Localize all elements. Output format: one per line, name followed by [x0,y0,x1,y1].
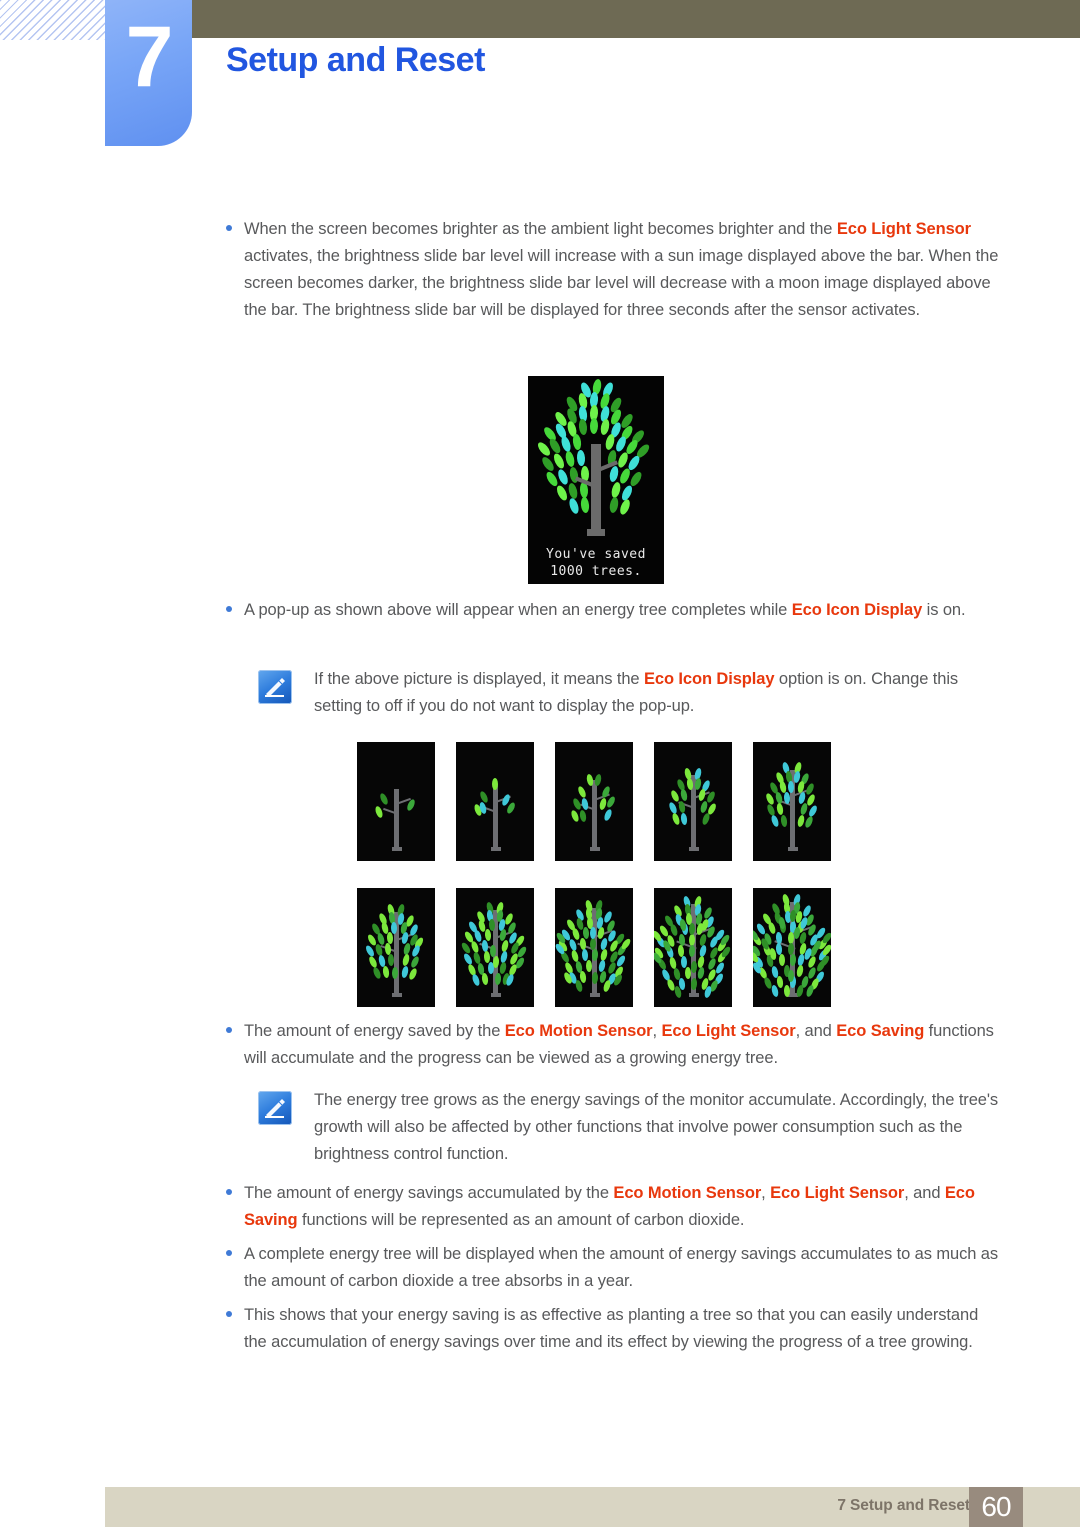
leaves-4 [669,768,716,825]
note-text-1: If the above picture is displayed, it me… [314,666,1003,720]
tree-stage-6 [357,888,435,1007]
keyword-eco-motion-sensor: Eco Motion Sensor [613,1184,762,1202]
text-segment: The amount of energy saved by the [244,1022,505,1040]
bullet-marker [222,1180,244,1234]
energy-tree-popup-image: You've saved 1000 trees. [528,376,664,584]
tree-stage-7 [456,888,534,1007]
text-segment: functions will be represented as an amou… [297,1211,745,1229]
pen-glyph-svg [265,678,285,697]
tree-stage-10 [753,888,831,1007]
leaves-10 [753,894,831,997]
pen-glyph-svg [265,1099,285,1118]
tree-stage-5 [753,742,831,861]
bullet-item-6: This shows that your energy saving is as… [222,1302,1002,1356]
keyword-eco-light-sensor: Eco Light Sensor [661,1022,796,1040]
chapter-badge: 7 [105,0,192,146]
note-text-2: The energy tree grows as the energy savi… [314,1091,999,1163]
caption-line-1: You've saved [546,547,646,562]
bullet-marker [222,1018,244,1072]
leaves-5 [766,762,817,828]
leaves-1 [375,793,415,818]
tree-stage-2 [456,742,534,861]
keyword-eco-light-sensor: Eco Light Sensor [836,220,971,238]
leaves-6 [366,904,424,980]
text-segment: activates, the brightness slide bar leve… [244,247,999,319]
bullet-marker [222,1241,244,1295]
leaves-9 [654,896,731,998]
note-pen-icon [258,1091,292,1125]
keyword-eco-saving: Eco Saving [836,1022,925,1040]
bullet-marker [222,216,244,324]
hatch-decoration [0,0,106,40]
bullet-item-5: A complete energy tree will be displayed… [222,1241,1002,1295]
bullet-text-6: This shows that your energy saving is as… [244,1306,979,1351]
note-block-1: If the above picture is displayed, it me… [258,666,1003,720]
bullet-item-3: The amount of energy saved by the Eco Mo… [222,1018,1002,1072]
bullet-item-2: A pop-up as shown above will appear when… [222,597,1002,624]
text-segment: The amount of energy savings accumulated… [244,1184,614,1202]
bullet-item-1: When the screen becomes brighter as the … [222,216,1002,324]
leaves-2 [474,778,515,816]
note-block-2: The energy tree grows as the energy savi… [258,1087,1003,1168]
popup-trunk [587,444,605,536]
leaves-7 [461,902,527,986]
tree-stage-4 [654,742,732,861]
text-segment: , and [904,1184,945,1202]
tree-grid-row-2 [357,888,831,1007]
bullet-item-4: The amount of energy savings accumulated… [222,1180,1002,1234]
text-segment: , and [795,1022,837,1040]
header-olive-bar [192,0,1080,38]
text-segment: If the above picture is displayed, it me… [314,670,644,688]
text-segment: , [761,1184,771,1202]
caption-line-2: 1000 trees. [550,564,642,579]
tree-stage-3 [555,742,633,861]
footer-page-number: 60 [969,1487,1023,1527]
tree-stage-1 [357,742,435,861]
keyword-eco-motion-sensor: Eco Motion Sensor [504,1022,653,1040]
bullet-marker [222,1302,244,1356]
bullet-text-1: When the screen becomes brighter as the … [244,216,1002,324]
bullet-marker [222,597,244,624]
text-segment: is on. [922,601,966,619]
bullet-text-5: A complete energy tree will be displayed… [244,1245,999,1290]
leaves-8 [555,900,631,992]
popup-caption: You've saved 1000 trees. [528,546,664,580]
bullet-text-2: A pop-up as shown above will appear when… [244,597,1002,624]
footer-chapter-label: 7 Setup and Reset [837,1497,970,1514]
keyword-eco-light-sensor: Eco Light Sensor [770,1184,905,1202]
keyword-eco-icon-display: Eco Icon Display [791,601,923,619]
page-title: Setup and Reset [226,41,485,79]
chapter-number: 7 [125,9,174,105]
text-segment: A pop-up as shown above will appear when… [244,601,792,619]
text-segment: When the screen becomes brighter as the … [244,220,837,238]
note-pen-icon [258,670,292,704]
tree-grid-row-1 [357,742,831,861]
tree-stage-9 [654,888,732,1007]
bullet-text-4: The amount of energy savings accumulated… [244,1180,1002,1234]
leaves-3 [571,774,615,822]
keyword-eco-icon-display: Eco Icon Display [643,670,775,688]
bullet-text-3: The amount of energy saved by the Eco Mo… [244,1018,1002,1072]
tree-stage-8 [555,888,633,1007]
